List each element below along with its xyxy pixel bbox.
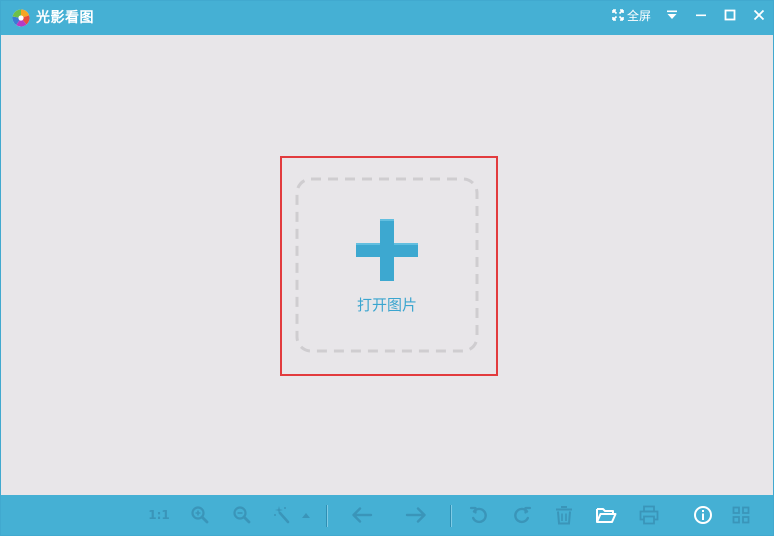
toolbar-divider xyxy=(326,505,328,527)
zoom-out-icon xyxy=(233,506,251,524)
open-image-label: 打开图片 xyxy=(356,296,417,314)
minimize-button[interactable] xyxy=(686,1,715,29)
edit-dropdown-button[interactable] xyxy=(299,503,313,527)
print-icon xyxy=(639,505,659,525)
menu-dropdown-icon xyxy=(666,10,677,19)
grid-icon xyxy=(732,506,750,524)
menu-button[interactable] xyxy=(657,1,686,29)
close-button[interactable] xyxy=(744,1,773,29)
trash-icon xyxy=(556,506,572,525)
app-title: 光影看图 xyxy=(36,10,94,26)
magic-wand-icon xyxy=(274,506,290,524)
rotate-right-icon xyxy=(514,506,532,524)
rotate-left-button[interactable] xyxy=(467,503,491,527)
maximize-icon xyxy=(724,9,735,21)
minimize-icon xyxy=(695,14,706,17)
plus-icon xyxy=(356,219,418,281)
zoom-out-button[interactable] xyxy=(230,503,254,527)
print-button[interactable] xyxy=(637,503,661,527)
fullscreen-button[interactable]: 全屏 xyxy=(606,1,657,29)
fullscreen-label: 全屏 xyxy=(626,8,651,23)
actual-size-label: 1:1 xyxy=(148,508,170,522)
folder-open-icon xyxy=(596,508,617,523)
fullscreen-icon xyxy=(612,9,624,21)
image-viewer-area: 打开图片 xyxy=(1,35,773,495)
info-button[interactable] xyxy=(691,503,715,527)
grid-view-button[interactable] xyxy=(729,503,753,527)
rotate-right-button[interactable] xyxy=(510,503,534,527)
caret-up-icon xyxy=(302,513,310,518)
toolbar-divider xyxy=(450,505,452,527)
arrow-right-icon xyxy=(405,507,426,523)
delete-button[interactable] xyxy=(552,503,576,527)
window-controls: 全屏 xyxy=(606,1,773,29)
app-logo-icon xyxy=(12,9,30,27)
info-icon xyxy=(694,506,712,524)
maximize-button[interactable] xyxy=(715,1,744,29)
zoom-in-button[interactable] xyxy=(188,503,212,527)
app-window: 光影看图 全屏 打开图片 1:1 xyxy=(0,0,774,536)
next-button[interactable] xyxy=(404,503,428,527)
close-icon xyxy=(753,9,764,21)
open-folder-button[interactable] xyxy=(594,503,618,527)
rotate-left-icon xyxy=(469,506,487,524)
arrow-left-icon xyxy=(352,507,373,523)
edit-button[interactable] xyxy=(269,503,297,527)
title-bar[interactable]: 光影看图 全屏 xyxy=(1,1,773,35)
zoom-in-icon xyxy=(191,506,209,524)
bottom-toolbar: 1:1 xyxy=(1,495,773,535)
previous-button[interactable] xyxy=(350,503,374,527)
actual-size-button[interactable]: 1:1 xyxy=(145,503,173,527)
open-image-dropzone[interactable]: 打开图片 xyxy=(295,177,479,353)
